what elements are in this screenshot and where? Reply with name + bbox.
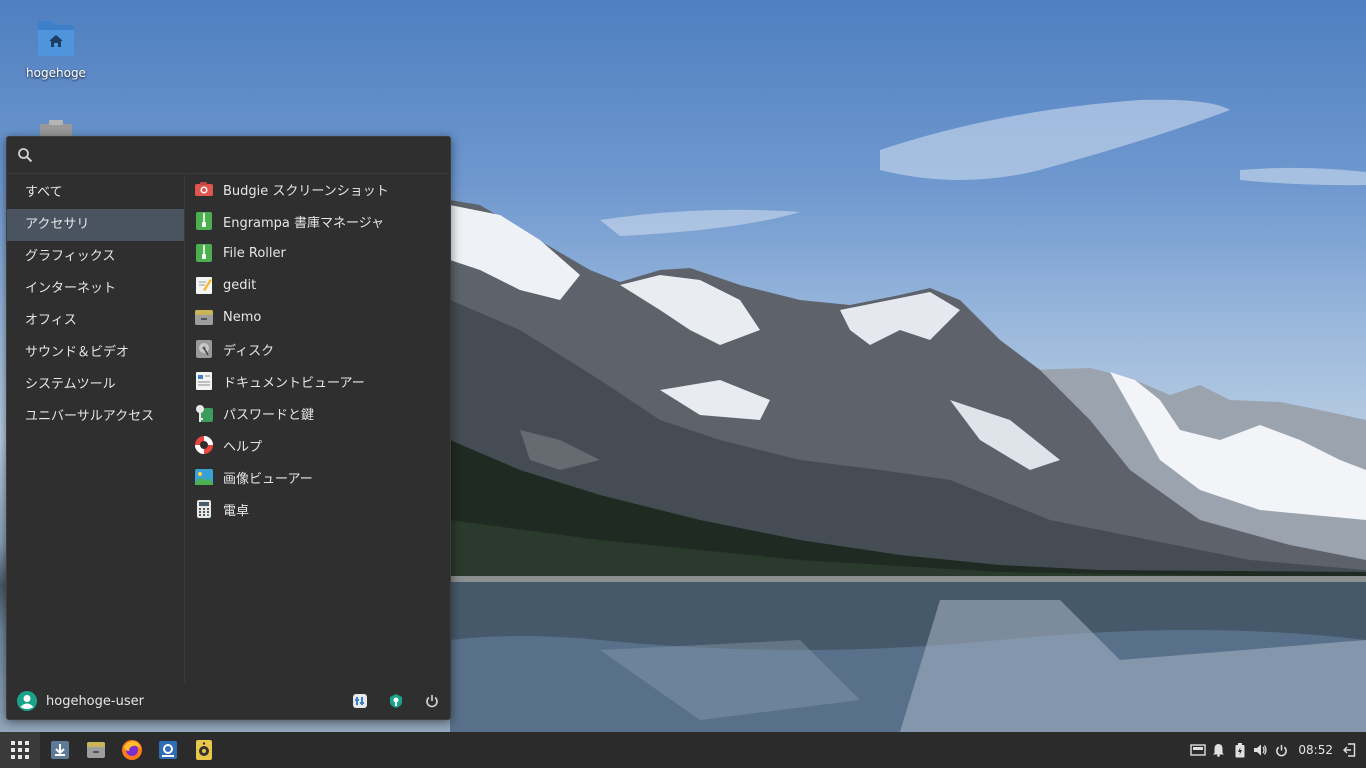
application-menu: すべて アクセサリ グラフィックス インターネット オフィス サウンド＆ビデオ … bbox=[6, 136, 451, 720]
software-center-icon bbox=[157, 739, 179, 761]
category-sound-video[interactable]: サウンド＆ビデオ bbox=[7, 337, 184, 369]
document-viewer-icon bbox=[194, 371, 214, 391]
battery-icon bbox=[1235, 742, 1245, 758]
image-viewer-icon bbox=[194, 467, 214, 487]
app-item-engrampa[interactable]: Engrampa 書庫マネージャ bbox=[186, 205, 450, 237]
taskbar-firefox[interactable] bbox=[114, 732, 150, 768]
app-label: ヘルプ bbox=[223, 439, 263, 455]
power-indicator[interactable] bbox=[1271, 732, 1292, 768]
app-label: Budgie スクリーンショット bbox=[223, 183, 389, 199]
app-menu-button[interactable] bbox=[0, 732, 40, 768]
app-item-calculator[interactable]: 電卓 bbox=[186, 493, 450, 525]
desktop-icon-label: hogehoge bbox=[26, 66, 86, 80]
app-item-passwords-keys[interactable]: パスワードと鍵 bbox=[186, 397, 450, 429]
user-name: hogehoge-user bbox=[46, 693, 144, 709]
settings-icon bbox=[352, 693, 368, 709]
menu-search-bar bbox=[7, 137, 450, 174]
app-item-file-roller[interactable]: File Roller bbox=[186, 237, 450, 269]
search-icon bbox=[17, 147, 33, 163]
app-label: Engrampa 書庫マネージャ bbox=[223, 215, 385, 231]
power-icon bbox=[425, 694, 439, 708]
calculator-icon bbox=[194, 499, 214, 519]
category-universal-access[interactable]: ユニバーサルアクセス bbox=[7, 401, 184, 433]
app-item-image-viewer[interactable]: 画像ビューアー bbox=[186, 461, 450, 493]
category-graphics[interactable]: グラフィックス bbox=[7, 241, 184, 273]
volume-icon bbox=[1253, 743, 1268, 757]
search-input[interactable] bbox=[39, 140, 450, 170]
taskbar-file-manager[interactable] bbox=[78, 732, 114, 768]
camera-icon bbox=[194, 179, 214, 199]
file-manager-icon bbox=[194, 307, 214, 327]
app-item-document-viewer[interactable]: ドキュメントビューアー bbox=[186, 365, 450, 397]
app-item-nemo[interactable]: Nemo bbox=[186, 301, 450, 333]
downloads-icon bbox=[49, 739, 71, 761]
disks-icon bbox=[194, 339, 214, 359]
category-system-tools[interactable]: システムツール bbox=[7, 369, 184, 401]
category-accessories[interactable]: アクセサリ bbox=[7, 209, 184, 241]
app-label: ドキュメントビューアー bbox=[223, 375, 365, 391]
app-list: Budgie スクリーンショット Engrampa 書庫マネージャ File R… bbox=[186, 175, 450, 525]
taskbar-speaker-app[interactable] bbox=[186, 732, 222, 768]
notification-indicator[interactable] bbox=[1208, 732, 1229, 768]
system-icon bbox=[388, 693, 404, 709]
taskbar-downloads[interactable] bbox=[42, 732, 78, 768]
avatar[interactable] bbox=[17, 691, 37, 711]
power-icon bbox=[1275, 744, 1288, 757]
category-internet[interactable]: インターネット bbox=[7, 273, 184, 305]
app-item-gedit[interactable]: gedit bbox=[186, 269, 450, 301]
app-label: 電卓 bbox=[223, 503, 250, 519]
app-grid-icon bbox=[10, 740, 30, 760]
taskbar-software-center[interactable] bbox=[150, 732, 186, 768]
logout-button[interactable] bbox=[1339, 732, 1360, 768]
network-icon bbox=[1190, 743, 1206, 757]
keys-icon bbox=[194, 403, 214, 423]
file-manager-icon bbox=[85, 739, 107, 761]
notification-bell-icon bbox=[1212, 743, 1225, 757]
text-editor-icon bbox=[194, 275, 214, 295]
app-label: ディスク bbox=[223, 343, 275, 359]
system-button[interactable] bbox=[378, 686, 414, 716]
archive-icon bbox=[194, 211, 214, 231]
taskbar: 08:52 bbox=[0, 732, 1366, 768]
logout-icon bbox=[1343, 743, 1356, 757]
app-label: 画像ビューアー bbox=[223, 471, 313, 487]
app-label: File Roller bbox=[223, 245, 286, 261]
category-office[interactable]: オフィス bbox=[7, 305, 184, 337]
speaker-app-icon bbox=[193, 739, 215, 761]
desktop-icon-home[interactable]: hogehoge bbox=[16, 18, 96, 80]
archive-icon bbox=[194, 243, 214, 263]
category-all[interactable]: すべて bbox=[7, 177, 184, 209]
firefox-icon bbox=[121, 739, 143, 761]
app-label: Nemo bbox=[223, 309, 262, 325]
clock[interactable]: 08:52 bbox=[1298, 743, 1333, 757]
app-item-budgie-screenshot[interactable]: Budgie スクリーンショット bbox=[186, 173, 450, 205]
network-indicator[interactable] bbox=[1187, 732, 1208, 768]
help-lifebuoy-icon bbox=[194, 435, 214, 455]
category-list: すべて アクセサリ グラフィックス インターネット オフィス サウンド＆ビデオ … bbox=[7, 175, 185, 683]
settings-button[interactable] bbox=[342, 686, 378, 716]
home-folder-icon bbox=[34, 18, 78, 62]
app-item-disks[interactable]: ディスク bbox=[186, 333, 450, 365]
power-button[interactable] bbox=[414, 686, 450, 716]
app-label: パスワードと鍵 bbox=[223, 407, 315, 423]
app-label: gedit bbox=[223, 277, 257, 293]
app-item-help[interactable]: ヘルプ bbox=[186, 429, 450, 461]
system-tray: 08:52 bbox=[1187, 732, 1366, 768]
volume-indicator[interactable] bbox=[1250, 732, 1271, 768]
menu-footer: hogehoge-user bbox=[7, 683, 450, 719]
battery-indicator[interactable] bbox=[1229, 732, 1250, 768]
